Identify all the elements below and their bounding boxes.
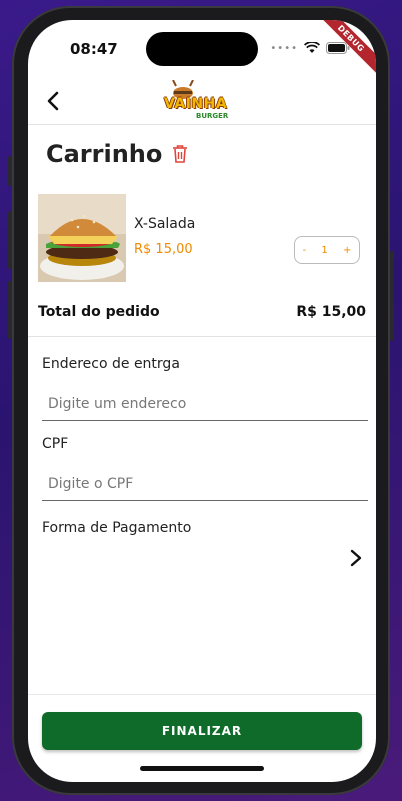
status-icons: •••• bbox=[270, 42, 350, 54]
burger-image bbox=[38, 194, 126, 282]
total-label: Total do pedido bbox=[38, 304, 160, 320]
item-price: R$ 15,00 bbox=[134, 242, 193, 257]
quantity-stepper[interactable]: - 1 + bbox=[294, 236, 360, 264]
logo-text: VAINHA bbox=[164, 96, 228, 112]
mute-switch bbox=[8, 156, 12, 186]
app-bar: VAINHA BURGER bbox=[28, 78, 376, 125]
home-indicator bbox=[140, 766, 264, 771]
trash-icon[interactable] bbox=[172, 144, 188, 164]
cpf-input[interactable] bbox=[42, 467, 368, 501]
address-label: Endereco de entrga bbox=[42, 356, 180, 372]
status-time: 08:47 bbox=[70, 40, 118, 58]
divider bbox=[28, 336, 376, 337]
volume-down-button bbox=[8, 281, 12, 339]
brand-logo: VAINHA BURGER bbox=[162, 80, 242, 122]
finalize-button[interactable]: FINALIZAR bbox=[42, 712, 362, 750]
quantity-value: 1 bbox=[321, 244, 328, 256]
cart-header: Carrinho bbox=[46, 140, 188, 168]
signal-icon: •••• bbox=[270, 42, 298, 54]
cart-item: X-Salada R$ 15,00 - 1 + bbox=[38, 194, 368, 284]
wifi-icon bbox=[304, 42, 320, 53]
increment-button[interactable]: + bbox=[343, 245, 351, 256]
app-screen: 08:47 •••• DEBUG VAINHA BURGER Carrinho … bbox=[28, 20, 376, 782]
status-bar: 08:47 •••• DEBUG bbox=[28, 20, 376, 82]
chevron-right-icon[interactable] bbox=[348, 548, 364, 568]
address-input[interactable] bbox=[42, 387, 368, 421]
logo-subtext: BURGER bbox=[196, 112, 229, 120]
dynamic-island bbox=[146, 32, 258, 66]
page-title: Carrinho bbox=[46, 140, 163, 168]
power-button bbox=[390, 251, 394, 341]
payment-method-label: Forma de Pagamento bbox=[42, 520, 192, 536]
order-total: Total do pedido R$ 15,00 bbox=[38, 304, 366, 320]
volume-up-button bbox=[8, 211, 12, 269]
item-name: X-Salada bbox=[134, 216, 196, 232]
total-value: R$ 15,00 bbox=[296, 304, 366, 320]
decrement-button[interactable]: - bbox=[303, 245, 307, 256]
chevron-left-icon bbox=[47, 91, 59, 111]
back-button[interactable] bbox=[38, 86, 68, 116]
cpf-label: CPF bbox=[42, 436, 69, 452]
footer-divider bbox=[28, 694, 376, 695]
